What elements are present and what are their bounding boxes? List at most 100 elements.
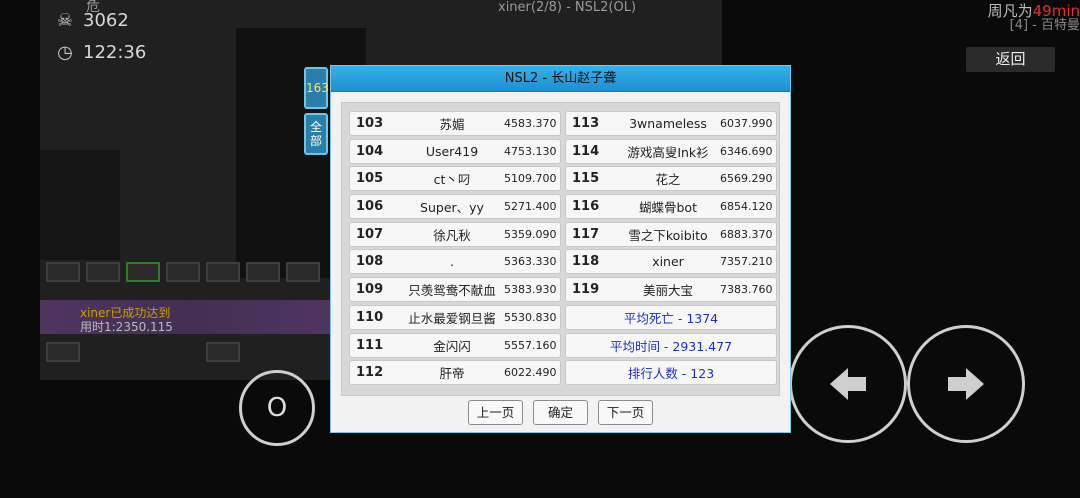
- platform-row-top: [46, 262, 320, 282]
- leaderboard-rank: 111: [356, 337, 384, 353]
- jump-label: O: [266, 393, 288, 423]
- leaderboard-rank: 105: [356, 171, 384, 187]
- player-name: Super、yy: [420, 200, 484, 216]
- death-counter: ☠ 3062: [55, 10, 129, 31]
- back-button[interactable]: 返回: [966, 47, 1055, 72]
- player-name: 美丽大宝: [642, 283, 693, 299]
- leaderboard-column-right: 113 3wnameless 6037.990 114 游戏高叟Ink衫 6346.690…: [565, 111, 777, 388]
- timer: ◷ 122:36: [55, 42, 146, 63]
- leaderboard-row: 114 游戏高叟Ink衫 6346.690: [565, 138, 777, 164]
- leaderboard-rank: 106: [356, 199, 384, 215]
- player-name: 金闪闪: [433, 338, 471, 354]
- clear-time: 6569.290: [720, 172, 773, 186]
- tab-163[interactable]: 163: [304, 67, 329, 109]
- time-value: 122:36: [83, 42, 147, 63]
- leaderboard-rank: 108: [356, 254, 384, 270]
- leaderboard-rank: 113: [572, 116, 600, 131]
- player-name: xiner: [652, 254, 684, 270]
- player-name: .: [450, 254, 454, 270]
- leaderboard-rank: 117: [572, 226, 600, 242]
- player-name: 雪之下koibito: [628, 227, 708, 243]
- game-message: xiner已成功达到 用时1:2350.115: [80, 306, 173, 334]
- leaderboard-row: 108. 5363.330: [349, 249, 561, 275]
- clear-time: 5383.930: [504, 283, 557, 297]
- clear-time: 6346.690: [720, 144, 773, 158]
- clear-time: 5530.830: [504, 310, 557, 324]
- leaderboard-row: 115 花之 6569.290: [565, 166, 777, 192]
- clear-time: 7383.760: [720, 283, 773, 297]
- clear-time: 6854.120: [720, 200, 773, 214]
- jump-button[interactable]: O: [239, 370, 315, 446]
- clear-time: 5359.090: [504, 227, 557, 241]
- player-name: 徐凡秋: [433, 227, 471, 243]
- platform-row-bottom: [46, 342, 240, 362]
- clear-time: 5557.160: [504, 338, 557, 352]
- player-name: 蝴蝶骨bot: [639, 200, 697, 216]
- leaderboard-rank: 116: [572, 199, 600, 215]
- clear-time: 6037.990: [720, 117, 773, 130]
- clear-time: 5363.330: [504, 255, 557, 269]
- next-page-button[interactable]: 下一页: [598, 400, 653, 425]
- leaderboard-row: 105 ct丶叼 5109.700: [349, 166, 561, 192]
- player-name: ct丶叼: [433, 172, 471, 188]
- arrow-left-icon: [830, 368, 866, 400]
- summary-stat: 排行人数 - 123: [565, 360, 777, 386]
- leaderboard-row: 103 苏媚 4583.370: [349, 111, 561, 136]
- player-name: 肝帝: [439, 366, 465, 382]
- tower-wall-left: [40, 150, 120, 260]
- leaderboard-rank: 112: [356, 365, 384, 381]
- tab-all[interactable]: 全部: [304, 113, 328, 155]
- leaderboard-rank: 118: [572, 254, 600, 270]
- clear-time: 6022.490: [504, 366, 557, 380]
- confirm-button[interactable]: 确定: [533, 400, 588, 425]
- leaderboard-row: 119 美丽大宝 7383.760: [565, 277, 777, 303]
- prev-page-button[interactable]: 上一页: [468, 400, 523, 425]
- player-name: 花之: [655, 172, 681, 188]
- notice-line-2: [4] - 百特曼: [1009, 18, 1080, 33]
- clear-time: 6883.370: [720, 227, 773, 241]
- room-title: xiner(2/8) - NSL2(OL): [498, 0, 637, 15]
- clear-time: 4583.370: [504, 117, 557, 130]
- dialog-footer: 上一页 确定 下一页: [331, 400, 790, 425]
- leaderboard-rank: 107: [356, 226, 384, 242]
- clear-time: 5271.400: [504, 200, 557, 214]
- player-name: 游戏高叟Ink衫: [627, 144, 709, 160]
- leaderboard-row: 107 徐凡秋 5359.090: [349, 221, 561, 247]
- clear-time: 5109.700: [504, 172, 557, 186]
- leaderboard-dialog: NSL2 - 长山赵子聋 103 苏媚 4583.370 104 User419 4753…: [330, 65, 791, 433]
- leaderboard-row: 106 Super、yy 5271.400: [349, 194, 561, 220]
- leaderboard-rank: 115: [572, 171, 600, 187]
- leaderboard-panel: 103 苏媚 4583.370 104 User419 4753.130 105 ct丶叼 51…: [341, 102, 780, 396]
- death-count: 3062: [83, 10, 129, 31]
- summary-stat: 平均时间 - 2931.477: [565, 332, 777, 358]
- leaderboard-row: 117 雪之下koibito 6883.370: [565, 221, 777, 247]
- arrow-right-icon: [948, 368, 984, 400]
- leaderboard-row: 104 User419 4753.130: [349, 138, 561, 164]
- clock-icon: ◷: [57, 41, 73, 63]
- player-name: 3wnameless: [629, 116, 707, 131]
- player-name: User419: [425, 143, 479, 159]
- leaderboard-rank: 110: [356, 309, 384, 325]
- leaderboard-row: 112 肝帝 6022.490: [349, 360, 561, 386]
- summary-stat: 平均死亡 - 1374: [565, 304, 777, 330]
- leaderboard-rank: 119: [572, 282, 600, 298]
- player-name: 止水最爱钢旦酱: [408, 310, 496, 326]
- leaderboard-rank: 114: [572, 143, 600, 159]
- leaderboard-row: 110 止水最爱钢旦酱 5530.830: [349, 304, 561, 330]
- leaderboard-rank: 104: [356, 143, 384, 159]
- leaderboard-rank: 109: [356, 282, 384, 298]
- leaderboard-row: 111 金闪闪 5557.160: [349, 332, 561, 358]
- move-left-button[interactable]: [789, 325, 907, 443]
- dialog-title: NSL2 - 长山赵子聋: [331, 66, 790, 92]
- player-name: 苏媚: [439, 117, 465, 132]
- leaderboard-row: 116 蝴蝶骨bot 6854.120: [565, 194, 777, 220]
- player-name: 只羡鸳鸯不献血: [408, 283, 496, 299]
- skull-icon: ☠: [56, 9, 74, 31]
- leaderboard-row: 113 3wnameless 6037.990: [565, 111, 777, 136]
- leaderboard-row: 118 xiner 7357.210: [565, 249, 777, 275]
- move-right-button[interactable]: [907, 325, 1025, 443]
- clear-time: 4753.130: [504, 144, 557, 158]
- leaderboard-rank: 103: [356, 116, 384, 131]
- clear-time: 7357.210: [720, 255, 773, 269]
- leaderboard-row: 109 只羡鸳鸯不献血 5383.930: [349, 277, 561, 303]
